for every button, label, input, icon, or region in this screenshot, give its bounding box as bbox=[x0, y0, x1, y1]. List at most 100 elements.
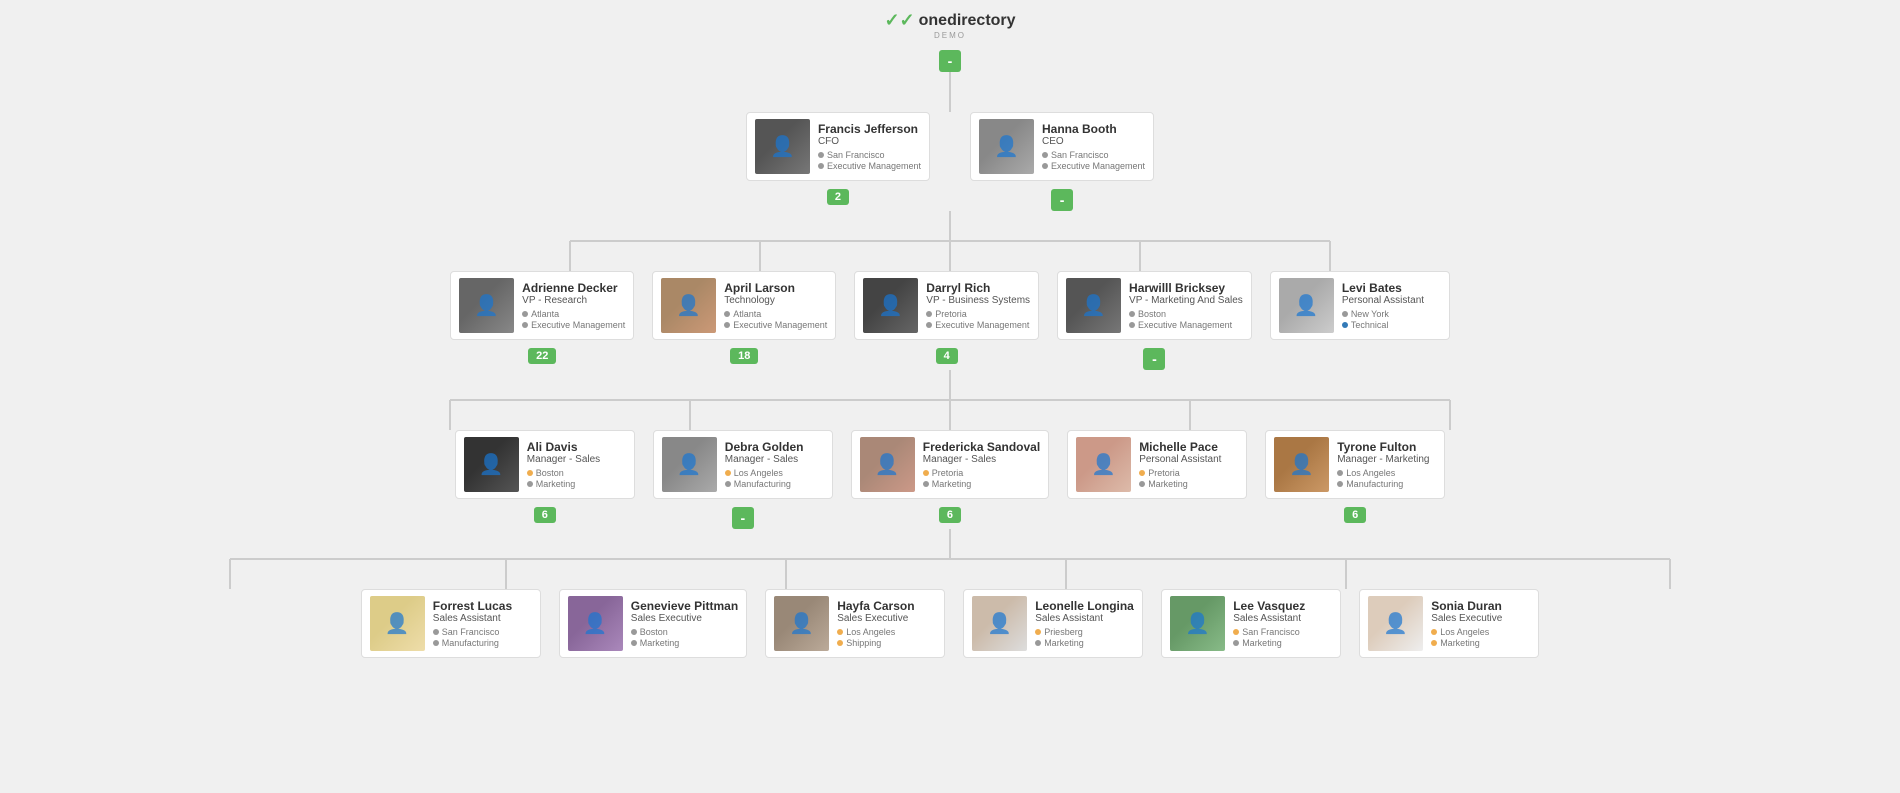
dept-forrest: Manufacturing bbox=[442, 638, 499, 648]
name-adrienne: Adrienne Decker bbox=[522, 281, 625, 295]
card-harwilll[interactable]: 👤 Harwilll Bricksey VP - Marketing And S… bbox=[1057, 271, 1252, 340]
dot2-darryl bbox=[926, 322, 932, 328]
info-genevieve: Genevieve Pittman Sales Executive Boston… bbox=[631, 599, 738, 648]
card-darryl[interactable]: 👤 Darryl Rich VP - Business Systems Pret… bbox=[854, 271, 1039, 340]
info-levi: Levi Bates Personal Assistant New York T… bbox=[1342, 281, 1441, 330]
app-name: onedirectory bbox=[919, 12, 1016, 30]
dot1-sonia bbox=[1431, 629, 1437, 635]
collapse-btn-harwilll[interactable]: - bbox=[1143, 348, 1165, 370]
meta-tyrone: Los Angeles Manufacturing bbox=[1337, 468, 1436, 489]
title-darryl: VP - Business Systems bbox=[926, 295, 1030, 306]
title-hayfa: Sales Executive bbox=[837, 613, 936, 624]
dot1-harwilll bbox=[1129, 311, 1135, 317]
name-fredericka: Fredericka Sandoval bbox=[923, 440, 1040, 454]
name-michelle: Michelle Pace bbox=[1139, 440, 1238, 454]
dot1-michelle bbox=[1139, 470, 1145, 476]
meta-darryl: Pretoria Executive Management bbox=[926, 309, 1030, 330]
card-lee[interactable]: 👤 Lee Vasquez Sales Assistant San Franci… bbox=[1161, 589, 1341, 658]
count-btn-tyrone[interactable]: 6 bbox=[1344, 507, 1366, 523]
name-tyrone: Tyrone Fulton bbox=[1337, 440, 1436, 454]
collapse-btn-hanna[interactable]: - bbox=[1051, 189, 1073, 211]
card-michelle[interactable]: 👤 Michelle Pace Personal Assistant Preto… bbox=[1067, 430, 1247, 499]
collapse-btn-debra[interactable]: - bbox=[732, 507, 754, 529]
dept-darryl: Executive Management bbox=[935, 320, 1029, 330]
card-hanna[interactable]: 👤 Hanna Booth CEO San Francisco bbox=[970, 112, 1154, 181]
card-forrest[interactable]: 👤 Forrest Lucas Sales Assistant San Fran… bbox=[361, 589, 541, 658]
name-lee: Lee Vasquez bbox=[1233, 599, 1332, 613]
count-btn-fredericka[interactable]: 6 bbox=[939, 507, 961, 523]
node-levi: 👤 Levi Bates Personal Assistant New York bbox=[1270, 271, 1450, 340]
name-april: April Larson bbox=[724, 281, 827, 295]
count-area-fredericka: 6 bbox=[939, 507, 961, 523]
count-btn-adrienne[interactable]: 22 bbox=[528, 348, 556, 364]
dot2-forrest bbox=[433, 640, 439, 646]
logo-text: ✓✓ onedirectory bbox=[884, 10, 1015, 31]
card-fredericka[interactable]: 👤 Fredericka Sandoval Manager - Sales Pr… bbox=[851, 430, 1049, 499]
dot2-april bbox=[724, 322, 730, 328]
title-harwilll: VP - Marketing And Sales bbox=[1129, 295, 1243, 306]
dot-dept-hanna bbox=[1042, 163, 1048, 169]
title-michelle: Personal Assistant bbox=[1139, 454, 1238, 465]
dot1-ali bbox=[527, 470, 533, 476]
card-levi[interactable]: 👤 Levi Bates Personal Assistant New York bbox=[1270, 271, 1450, 340]
card-ali[interactable]: 👤 Ali Davis Manager - Sales Boston bbox=[455, 430, 635, 499]
root-node: - bbox=[939, 50, 961, 72]
node-leonelle: 👤 Leonelle Longina Sales Assistant Pries… bbox=[963, 589, 1143, 658]
card-genevieve[interactable]: 👤 Genevieve Pittman Sales Executive Bost… bbox=[559, 589, 747, 658]
info-ali: Ali Davis Manager - Sales Boston Marketi… bbox=[527, 440, 626, 489]
avatar-debra: 👤 bbox=[662, 437, 717, 492]
count-btn-april[interactable]: 18 bbox=[730, 348, 758, 364]
logo-demo: DEMO bbox=[934, 31, 966, 40]
dept-hayfa: Shipping bbox=[846, 638, 881, 648]
root-collapse-btn[interactable]: - bbox=[939, 50, 961, 72]
meta-levi: New York Technical bbox=[1342, 309, 1441, 330]
avatar-fredericka: 👤 bbox=[860, 437, 915, 492]
dept-lee: Marketing bbox=[1242, 638, 1282, 648]
loc-debra: Los Angeles bbox=[734, 468, 783, 478]
dept-michelle: Marketing bbox=[1148, 479, 1188, 489]
dept-levi: Technical bbox=[1351, 320, 1389, 330]
avatar-harwilll: 👤 bbox=[1066, 278, 1121, 333]
avatar-francis: 👤 bbox=[755, 119, 810, 174]
loc-lee: San Francisco bbox=[1242, 627, 1300, 637]
card-francis[interactable]: 👤 Francis Jefferson CFO San Francisco bbox=[746, 112, 930, 181]
name-ali: Ali Davis bbox=[527, 440, 626, 454]
title-april: Technology bbox=[724, 295, 827, 306]
card-debra[interactable]: 👤 Debra Golden Manager - Sales Los Angel… bbox=[653, 430, 833, 499]
node-hayfa: 👤 Hayfa Carson Sales Executive Los Angel… bbox=[765, 589, 945, 658]
node-debra: 👤 Debra Golden Manager - Sales Los Angel… bbox=[653, 430, 833, 529]
card-hayfa[interactable]: 👤 Hayfa Carson Sales Executive Los Angel… bbox=[765, 589, 945, 658]
node-sonia: 👤 Sonia Duran Sales Executive Los Angele… bbox=[1359, 589, 1539, 658]
card-adrienne[interactable]: 👤 Adrienne Decker VP - Research Atlanta bbox=[450, 271, 634, 340]
location-hanna: San Francisco bbox=[1051, 150, 1109, 160]
avatar-michelle: 👤 bbox=[1076, 437, 1131, 492]
meta-leonelle: Priesberg Marketing bbox=[1035, 627, 1134, 648]
count-btn-ali[interactable]: 6 bbox=[534, 507, 556, 523]
count-btn-darryl[interactable]: 4 bbox=[936, 348, 958, 364]
level3-row: 👤 Ali Davis Manager - Sales Boston bbox=[350, 430, 1550, 529]
count-area-ali: 6 bbox=[534, 507, 556, 523]
info-fredericka: Fredericka Sandoval Manager - Sales Pret… bbox=[923, 440, 1040, 489]
dot1-fredericka bbox=[923, 470, 929, 476]
card-april[interactable]: 👤 April Larson Technology Atlanta bbox=[652, 271, 836, 340]
meta-genevieve: Boston Marketing bbox=[631, 627, 738, 648]
title-debra: Manager - Sales bbox=[725, 454, 824, 465]
org-tree: - 👤 Francis Jefferson CFO bbox=[0, 40, 1900, 678]
card-tyrone[interactable]: 👤 Tyrone Fulton Manager - Marketing Los … bbox=[1265, 430, 1445, 499]
dot2-ali bbox=[527, 481, 533, 487]
dept-genevieve: Marketing bbox=[640, 638, 680, 648]
l3-to-l4-connector bbox=[0, 529, 1900, 589]
level1-section: 👤 Francis Jefferson CFO San Francisco bbox=[0, 112, 1900, 211]
info-forrest: Forrest Lucas Sales Assistant San Franci… bbox=[433, 599, 532, 648]
count-btn-francis[interactable]: 2 bbox=[827, 189, 849, 205]
dot2-hayfa bbox=[837, 640, 843, 646]
title-ali: Manager - Sales bbox=[527, 454, 626, 465]
loc-genevieve: Boston bbox=[640, 627, 668, 637]
dot1-tyrone bbox=[1337, 470, 1343, 476]
card-leonelle[interactable]: 👤 Leonelle Longina Sales Assistant Pries… bbox=[963, 589, 1143, 658]
loc-fredericka: Pretoria bbox=[932, 468, 964, 478]
info-leonelle: Leonelle Longina Sales Assistant Priesbe… bbox=[1035, 599, 1134, 648]
node-fredericka: 👤 Fredericka Sandoval Manager - Sales Pr… bbox=[851, 430, 1049, 523]
card-sonia[interactable]: 👤 Sonia Duran Sales Executive Los Angele… bbox=[1359, 589, 1539, 658]
avatar-genevieve: 👤 bbox=[568, 596, 623, 651]
